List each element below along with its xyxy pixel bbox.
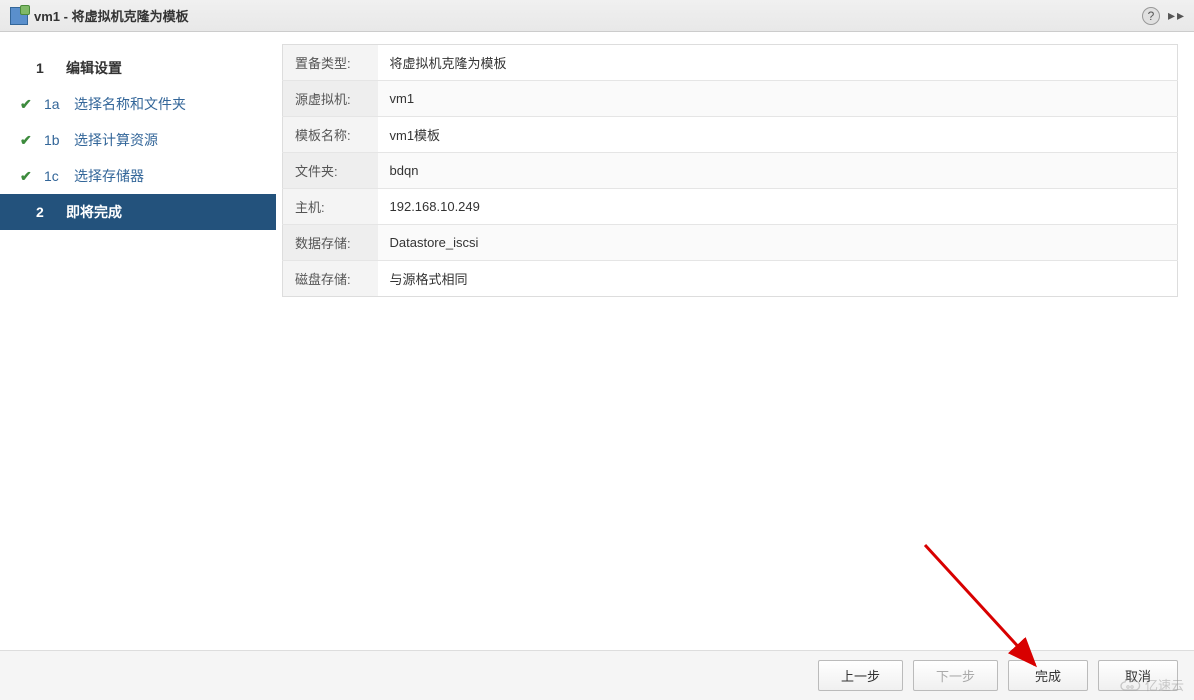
cloud-icon	[1119, 677, 1141, 693]
row-value: Datastore_iscsi	[378, 225, 1178, 261]
row-value: 与源格式相同	[378, 261, 1178, 297]
wizard-step-select-name[interactable]: ✔ 1a 选择名称和文件夹	[0, 86, 276, 122]
step-label: 即将完成	[66, 202, 122, 222]
table-row: 主机: 192.168.10.249	[283, 189, 1178, 225]
wizard-step-ready-complete[interactable]: ✔ 2 即将完成	[0, 194, 276, 230]
step-number: 1a	[44, 96, 74, 112]
nav-arrows-icon[interactable]: ▸▸	[1168, 7, 1184, 24]
back-button[interactable]: 上一步	[818, 660, 903, 691]
watermark: 亿速云	[1119, 675, 1184, 694]
wizard-sidebar: ✔ 1 编辑设置 ✔ 1a 选择名称和文件夹 ✔ 1b 选择计算资源 ✔ 1c …	[0, 32, 276, 650]
row-label: 文件夹:	[283, 153, 378, 189]
next-button: 下一步	[913, 660, 998, 691]
step-number: 1	[36, 60, 66, 76]
row-label: 磁盘存储:	[283, 261, 378, 297]
header-controls: ? ▸▸	[1142, 7, 1184, 25]
table-row: 源虚拟机: vm1	[283, 81, 1178, 117]
step-number: 1b	[44, 132, 74, 148]
wizard-step-edit-settings[interactable]: ✔ 1 编辑设置	[0, 50, 276, 86]
row-label: 源虚拟机:	[283, 81, 378, 117]
check-icon: ✔	[20, 132, 38, 149]
step-label: 选择存储器	[74, 166, 144, 186]
wizard-step-select-storage[interactable]: ✔ 1c 选择存储器	[0, 158, 276, 194]
row-label: 主机:	[283, 189, 378, 225]
step-number: 1c	[44, 168, 74, 184]
row-label: 模板名称:	[283, 117, 378, 153]
help-icon[interactable]: ?	[1142, 7, 1160, 25]
table-row: 磁盘存储: 与源格式相同	[283, 261, 1178, 297]
row-label: 数据存储:	[283, 225, 378, 261]
step-label: 选择计算资源	[74, 130, 158, 150]
row-value: 将虚拟机克隆为模板	[378, 45, 1178, 81]
table-row: 数据存储: Datastore_iscsi	[283, 225, 1178, 261]
table-row: 文件夹: bdqn	[283, 153, 1178, 189]
dialog-footer: 上一步 下一步 完成 取消	[0, 650, 1194, 700]
wizard-step-select-compute[interactable]: ✔ 1b 选择计算资源	[0, 122, 276, 158]
nav-arrow-right-1-icon: ▸	[1168, 7, 1175, 24]
vm-icon	[10, 7, 28, 25]
step-number: 2	[36, 204, 66, 220]
table-row: 模板名称: vm1模板	[283, 117, 1178, 153]
step-label: 编辑设置	[66, 58, 122, 78]
check-icon: ✔	[20, 96, 38, 113]
row-label: 置备类型:	[283, 45, 378, 81]
finish-button[interactable]: 完成	[1008, 660, 1088, 691]
row-value: vm1	[378, 81, 1178, 117]
dialog-title: vm1 - 将虚拟机克隆为模板	[34, 6, 1142, 25]
dialog-header: vm1 - 将虚拟机克隆为模板 ? ▸▸	[0, 0, 1194, 32]
check-icon: ✔	[20, 168, 38, 185]
nav-arrow-right-2-icon: ▸	[1177, 7, 1184, 24]
step-label: 选择名称和文件夹	[74, 94, 186, 114]
row-value: 192.168.10.249	[378, 189, 1178, 225]
row-value: bdqn	[378, 153, 1178, 189]
row-value: vm1模板	[378, 117, 1178, 153]
table-row: 置备类型: 将虚拟机克隆为模板	[283, 45, 1178, 81]
summary-table: 置备类型: 将虚拟机克隆为模板 源虚拟机: vm1 模板名称: vm1模板 文件…	[282, 44, 1178, 297]
watermark-text: 亿速云	[1145, 675, 1184, 694]
dialog-body: ✔ 1 编辑设置 ✔ 1a 选择名称和文件夹 ✔ 1b 选择计算资源 ✔ 1c …	[0, 32, 1194, 650]
wizard-content: 置备类型: 将虚拟机克隆为模板 源虚拟机: vm1 模板名称: vm1模板 文件…	[276, 32, 1194, 650]
